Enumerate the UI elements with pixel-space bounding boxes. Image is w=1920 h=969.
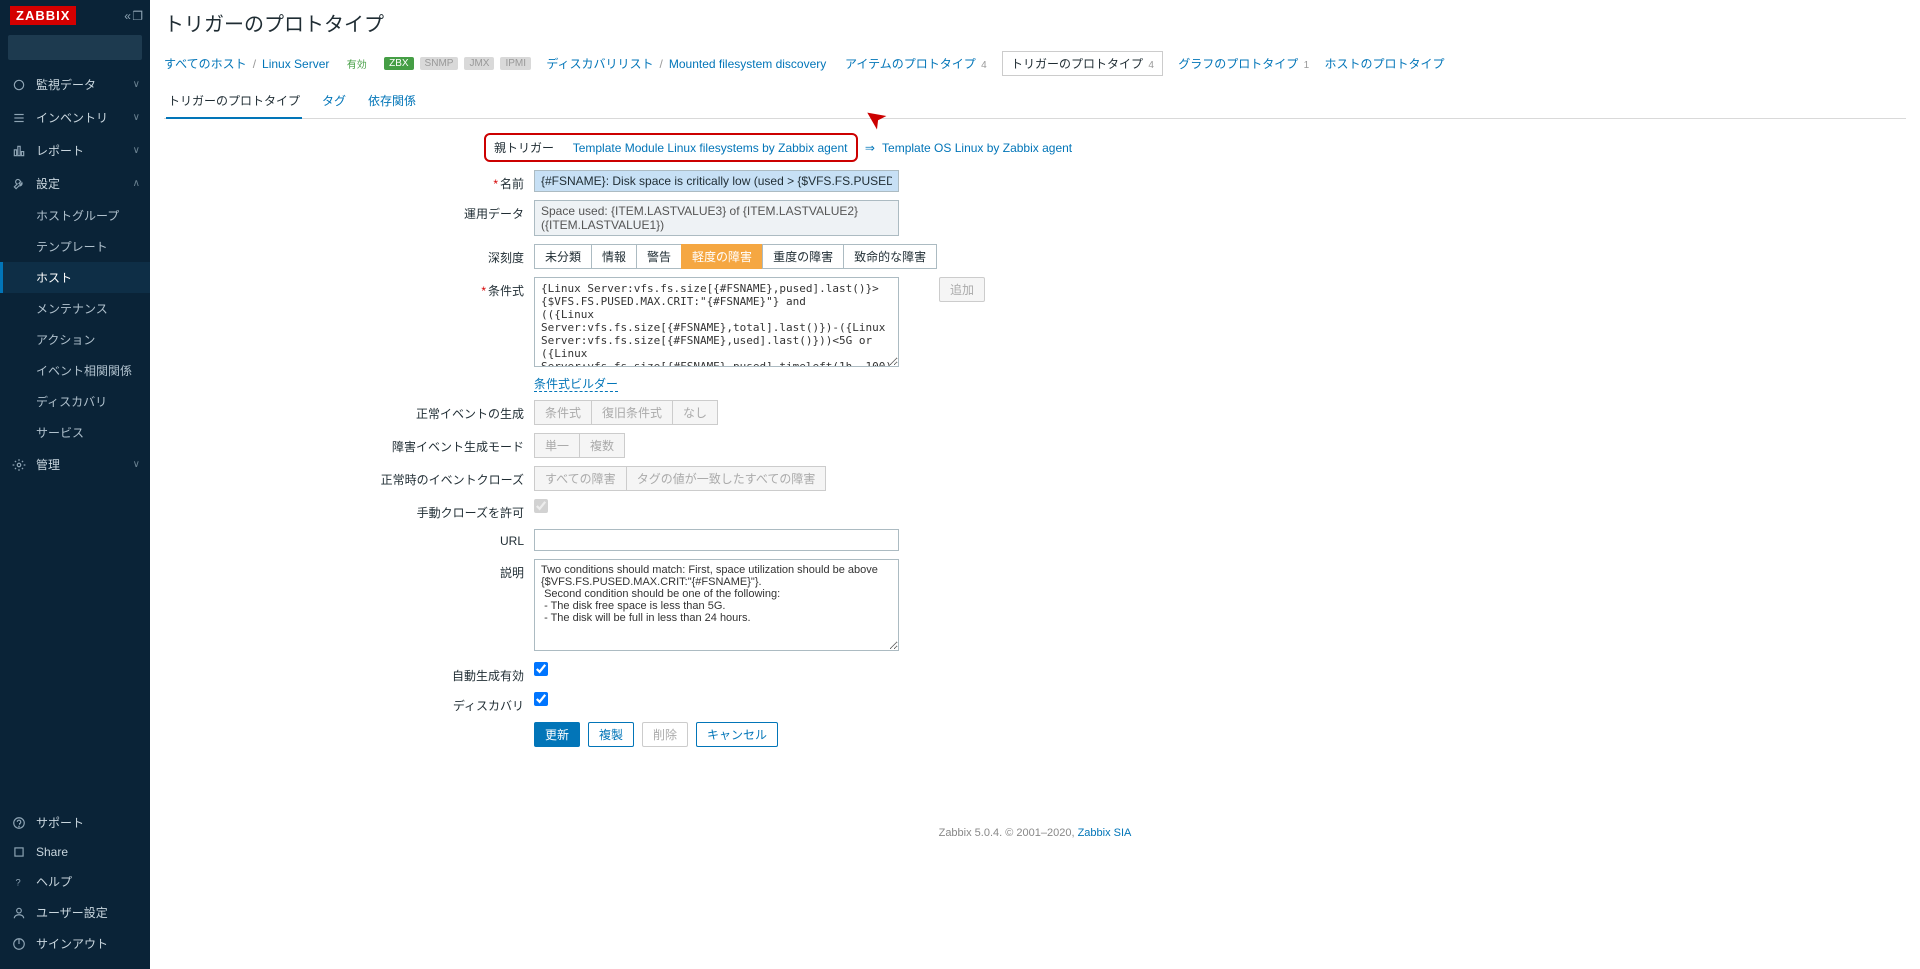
page-title: トリガーのプロトタイプ xyxy=(164,8,1906,37)
ok-event-gen-group: 条件式復旧条件式なし xyxy=(534,400,718,425)
logo: ZABBIX xyxy=(10,6,76,25)
crumb-host-proto[interactable]: ホストのプロトタイプ xyxy=(1325,55,1445,72)
pmode-opt-1: 複数 xyxy=(579,433,625,458)
severity-3[interactable]: 軽度の障害 xyxy=(681,244,763,269)
url-input[interactable] xyxy=(534,529,899,551)
chevron-down-icon: ∨ xyxy=(133,79,140,90)
chevron-down-icon: ∨ xyxy=(133,459,140,470)
footer: Zabbix 5.0.4. © 2001–2020, Zabbix SIA xyxy=(164,827,1906,839)
nav-sub-メンテナンス[interactable]: メンテナンス xyxy=(0,293,150,324)
expression-textarea[interactable] xyxy=(534,277,899,367)
okclose-opt-1: タグの値が一致したすべての障害 xyxy=(626,466,827,491)
okclose-opt-0: すべての障害 xyxy=(534,466,627,491)
clone-button[interactable]: 複製 xyxy=(588,722,634,747)
nav-監視データ[interactable]: 監視データ∨ xyxy=(0,68,150,101)
breadcrumb: すべてのホスト / Linux Server 有効 ZBX SNMP JMX I… xyxy=(164,45,1906,86)
severity-4[interactable]: 重度の障害 xyxy=(762,244,844,269)
okgen-opt-2: なし xyxy=(672,400,718,425)
manual-close-checkbox[interactable] xyxy=(534,499,548,513)
pmode-opt-0: 単一 xyxy=(534,433,580,458)
footer-link[interactable]: Zabbix SIA xyxy=(1078,827,1132,839)
ok-close-group: すべての障害タグの値が一致したすべての障害 xyxy=(534,466,826,491)
nav-ヘルプ[interactable]: ?ヘルプ xyxy=(0,866,150,897)
crumb-status: 有効 xyxy=(345,56,369,71)
parent-trigger-link2[interactable]: Template OS Linux by Zabbix agent xyxy=(882,141,1072,155)
severity-5[interactable]: 致命的な障害 xyxy=(843,244,937,269)
tab-tags[interactable]: タグ xyxy=(320,86,348,118)
update-button[interactable]: 更新 xyxy=(534,722,580,747)
parent-trigger-highlight: 親トリガー Template Module Linux filesystems … xyxy=(484,133,858,162)
nav-sub-ディスカバリ[interactable]: ディスカバリ xyxy=(0,386,150,417)
chip-snmp: SNMP xyxy=(420,57,459,70)
tab-deps[interactable]: 依存関係 xyxy=(366,86,418,118)
severity-0[interactable]: 未分類 xyxy=(534,244,592,269)
chip-zbx: ZBX xyxy=(384,57,413,70)
description-textarea[interactable] xyxy=(534,559,899,651)
crumb-all-hosts[interactable]: すべてのホスト xyxy=(164,55,247,72)
crumb-host[interactable]: Linux Server xyxy=(262,57,329,71)
severity-group: 未分類情報警告軽度の障害重度の障害致命的な障害 xyxy=(534,244,937,269)
nav-Share[interactable]: Share xyxy=(0,838,150,866)
delete-button[interactable]: 削除 xyxy=(642,722,688,747)
okgen-opt-1: 復旧条件式 xyxy=(591,400,673,425)
chevron-down-icon: ∨ xyxy=(133,112,140,123)
nav-sub-イベント相関関係[interactable]: イベント相関関係 xyxy=(0,355,150,386)
user-icon xyxy=(10,906,28,920)
main-content: トリガーのプロトタイプ すべてのホスト / Linux Server 有効 ZB… xyxy=(150,0,1920,969)
share-icon xyxy=(10,845,28,859)
parent-trigger-link1[interactable]: Template Module Linux filesystems by Zab… xyxy=(573,141,848,155)
gear-icon xyxy=(10,458,28,472)
wrench-icon xyxy=(10,177,28,191)
nav-設定[interactable]: 設定∧ xyxy=(0,167,150,200)
nav-管理[interactable]: 管理∨ xyxy=(0,448,150,481)
nav-インベントリ[interactable]: インベントリ∨ xyxy=(0,101,150,134)
power-icon xyxy=(10,937,28,951)
search-box[interactable] xyxy=(8,35,142,60)
arrow-icon: ⇒ xyxy=(865,141,875,155)
nav-sub-アクション[interactable]: アクション xyxy=(0,324,150,355)
support-icon xyxy=(10,816,28,830)
severity-1[interactable]: 情報 xyxy=(591,244,637,269)
autogen-checkbox[interactable] xyxy=(534,662,548,676)
monitor-icon xyxy=(10,78,28,92)
nav-sub-ホストグループ[interactable]: ホストグループ xyxy=(0,200,150,231)
okgen-opt-0: 条件式 xyxy=(534,400,592,425)
help-icon: ? xyxy=(10,875,28,889)
crumb-trigger-proto[interactable]: トリガーのプロトタイプ 4 xyxy=(1002,51,1163,76)
nav-sub-サービス[interactable]: サービス xyxy=(0,417,150,448)
nav-ユーザー設定[interactable]: ユーザー設定 xyxy=(0,897,150,928)
nav-sub-ホスト[interactable]: ホスト xyxy=(0,262,150,293)
problem-mode-group: 単一複数 xyxy=(534,433,625,458)
chip-ipmi: IPMI xyxy=(500,57,531,70)
crumb-discovery-list[interactable]: ディスカバリリスト xyxy=(546,55,653,72)
bar-icon xyxy=(10,144,28,158)
tab-trigger-proto[interactable]: トリガーのプロトタイプ xyxy=(166,86,302,119)
name-input[interactable] xyxy=(534,170,899,192)
expression-builder-link[interactable]: 条件式ビルダー xyxy=(534,377,618,392)
crumb-item-proto[interactable]: アイテムのプロトタイプ 4 xyxy=(845,55,987,72)
nav-sub-テンプレート[interactable]: テンプレート xyxy=(0,231,150,262)
opdata-input[interactable]: Space used: {ITEM.LASTVALUE3} of {ITEM.L… xyxy=(534,200,899,236)
crumb-discovery[interactable]: Mounted filesystem discovery xyxy=(669,57,826,71)
severity-2[interactable]: 警告 xyxy=(636,244,682,269)
svg-text:?: ? xyxy=(16,877,21,887)
add-expression-button[interactable]: 追加 xyxy=(939,277,985,302)
parent-trigger-label: 親トリガー xyxy=(494,139,554,156)
cancel-button[interactable]: キャンセル xyxy=(696,722,778,747)
sidebar-collapse-icon[interactable]: « ❐ xyxy=(124,9,142,23)
nav-サインアウト[interactable]: サインアウト xyxy=(0,928,150,959)
nav-サポート[interactable]: サポート xyxy=(0,807,150,838)
list-icon xyxy=(10,111,28,125)
chip-jmx: JMX xyxy=(464,57,494,70)
discovery-checkbox[interactable] xyxy=(534,692,548,706)
crumb-graph-proto[interactable]: グラフのプロトタイプ 1 xyxy=(1178,55,1309,72)
chevron-up-icon: ∧ xyxy=(133,178,140,189)
form-tabs: トリガーのプロトタイプ タグ 依存関係 xyxy=(164,86,1906,119)
